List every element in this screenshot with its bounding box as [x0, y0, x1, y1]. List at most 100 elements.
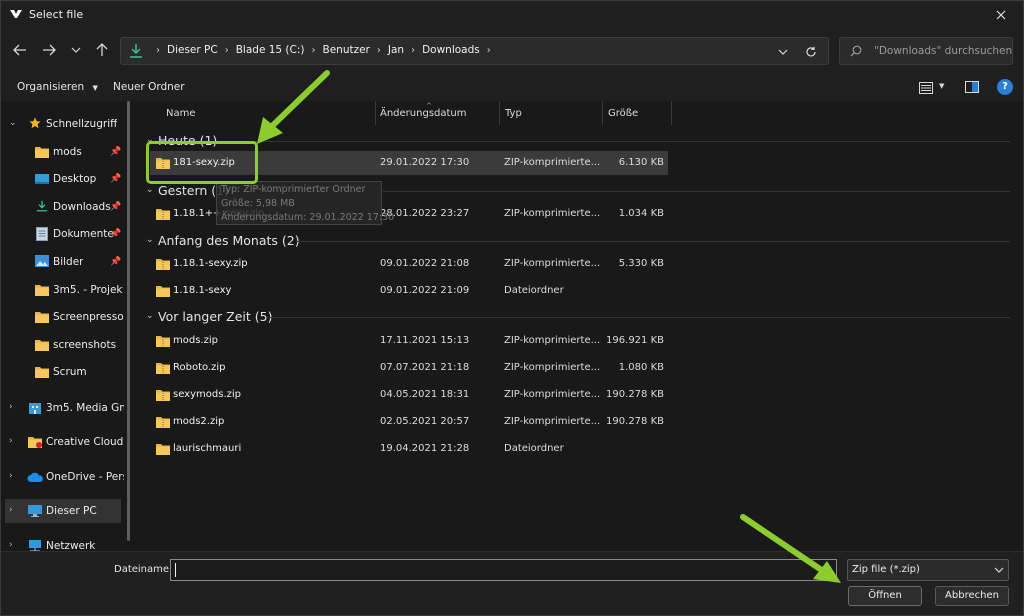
- sidebar-item-scrum[interactable]: Scrum: [1, 360, 125, 384]
- open-button[interactable]: Öffnen: [848, 586, 922, 606]
- preview-pane-icon[interactable]: [965, 81, 979, 93]
- window-title: Select file: [29, 8, 84, 21]
- up-button[interactable]: [91, 39, 113, 61]
- column-divider[interactable]: [671, 101, 672, 125]
- pin-icon: 📌: [110, 147, 122, 157]
- dialog-footer: Dateiname: Zip file (*.zip) Öffnen Abbre…: [1, 551, 1023, 615]
- text-caret: [175, 563, 176, 577]
- address-history-button[interactable]: [773, 42, 793, 62]
- pin-icon: 📌: [110, 257, 122, 267]
- file-size: 6.130 KB: [618, 157, 664, 168]
- breadcrumb-downloads[interactable]: Downloads: [422, 44, 480, 56]
- sidebar-label: mods: [53, 146, 82, 158]
- file-row[interactable]: Roboto.zip 07.07.2021 21:18 ZIP-komprimi…: [150, 356, 668, 380]
- group-divider: [218, 141, 1010, 142]
- file-type: Dateiordner: [504, 285, 564, 296]
- sidebar-item-this-pc[interactable]: › Dieser PC: [5, 499, 121, 523]
- chevron-right-icon[interactable]: ›: [312, 45, 316, 56]
- chevron-right-icon[interactable]: ›: [9, 540, 19, 551]
- sidebar-item-onedrive[interactable]: › OneDrive - Perso: [1, 465, 125, 489]
- file-date: 29.01.2022 17:30: [380, 157, 470, 168]
- column-divider[interactable]: [375, 101, 376, 125]
- file-size: 196.921 KB: [606, 335, 664, 346]
- file-row[interactable]: sexymods.zip 04.05.2021 18:31 ZIP-kompri…: [150, 383, 668, 407]
- desktop-icon: [35, 174, 49, 184]
- zip-folder-icon: [156, 390, 170, 401]
- sidebar-item-mods[interactable]: mods 📌: [1, 140, 125, 164]
- group-header-long-ago[interactable]: ⌄ Vor langer Zeit (5): [138, 307, 1010, 327]
- column-header-date[interactable]: Änderungsdatum: [380, 108, 467, 119]
- breadcrumb-benutzer[interactable]: Benutzer: [323, 44, 370, 56]
- chevron-right-icon[interactable]: ›: [377, 45, 381, 56]
- group-header-today[interactable]: ⌄ Heute (1): [138, 131, 1010, 151]
- sidebar-item-downloads[interactable]: Downloads 📌: [1, 195, 125, 219]
- folder-icon: [35, 340, 49, 351]
- chevron-right-icon[interactable]: ›: [487, 45, 491, 56]
- close-button[interactable]: [979, 1, 1023, 29]
- pin-icon: 📌: [110, 229, 122, 239]
- arrow-right-icon: [43, 44, 56, 56]
- file-size: 190.278 KB: [606, 416, 664, 427]
- filename-input[interactable]: [170, 559, 837, 581]
- sidebar-item-projekte[interactable]: 3m5. - Projektn: [1, 278, 125, 302]
- chevron-right-icon[interactable]: ›: [9, 471, 19, 483]
- column-header-type[interactable]: Typ: [505, 108, 522, 119]
- caret-down-icon: ▼: [939, 82, 945, 90]
- zip-folder-icon: [156, 363, 170, 374]
- column-divider[interactable]: [499, 101, 500, 125]
- help-icon[interactable]: ?: [997, 79, 1013, 95]
- group-header-this-month[interactable]: ⌄ Anfang des Monats (2): [138, 231, 1010, 251]
- sidebar-item-screenshots[interactable]: screenshots: [1, 333, 125, 357]
- recent-locations-button[interactable]: [65, 39, 87, 61]
- sidebar-item-network[interactable]: › Netzwerk: [1, 534, 125, 551]
- refresh-button[interactable]: [801, 42, 821, 62]
- sidebar-item-3m5-media[interactable]: › 3m5. Media Gmb: [1, 396, 125, 420]
- chevron-right-icon[interactable]: ›: [9, 402, 19, 414]
- file-row[interactable]: 1.18.1-sexy 09.01.2022 21:09 Dateiordner: [150, 279, 668, 303]
- view-options-button[interactable]: ▼: [917, 80, 951, 96]
- file-row[interactable]: mods.zip 17.11.2021 15:13 ZIP-komprimier…: [150, 329, 668, 353]
- file-type: ZIP-komprimierte...: [504, 258, 601, 269]
- breadcrumb-dieser-pc[interactable]: Dieser PC: [167, 44, 218, 56]
- forward-button[interactable]: [38, 39, 60, 61]
- cancel-button[interactable]: Abbrechen: [935, 586, 1009, 606]
- sidebar-item-screenpresso[interactable]: Screenpresso: [1, 305, 125, 329]
- sidebar-item-desktop[interactable]: Desktop 📌: [1, 167, 125, 191]
- chevron-down-icon[interactable]: ⌄: [9, 118, 19, 130]
- file-date: 04.05.2021 18:31: [380, 389, 470, 400]
- column-divider[interactable]: [602, 101, 603, 125]
- breadcrumb-blade[interactable]: Blade 15 (C:): [236, 44, 305, 56]
- chevron-right-icon[interactable]: ›: [9, 505, 19, 517]
- sidebar-label: Dieser PC: [46, 505, 97, 517]
- chevron-right-icon[interactable]: ›: [411, 45, 415, 56]
- zip-folder-icon: [156, 417, 170, 428]
- file-row[interactable]: mods2.zip 02.05.2021 20:57 ZIP-komprimie…: [150, 410, 668, 434]
- file-type: ZIP-komprimierte...: [504, 335, 601, 346]
- sidebar-item-quick-access[interactable]: ⌄ Schnellzugriff: [1, 112, 125, 136]
- column-header-size[interactable]: Größe: [608, 108, 638, 119]
- chevron-right-icon[interactable]: ›: [9, 436, 19, 448]
- sidebar-label: Screenpresso: [53, 311, 124, 323]
- file-date: 09.01.2022 21:09: [380, 285, 470, 296]
- chevron-right-icon[interactable]: ›: [225, 45, 229, 56]
- sidebar-item-documents[interactable]: Dokumente 📌: [1, 222, 125, 246]
- file-row[interactable]: laurischmauri 19.04.2021 21:28 Dateiordn…: [150, 437, 668, 461]
- filetype-select[interactable]: Zip file (*.zip): [847, 559, 1009, 581]
- column-header-name[interactable]: Name: [166, 108, 196, 119]
- file-row[interactable]: 1.18.1-sexy.zip 09.01.2022 21:08 ZIP-kom…: [150, 252, 668, 276]
- sidebar-scrollbar[interactable]: [127, 101, 130, 541]
- new-folder-button[interactable]: Neuer Ordner: [113, 81, 185, 93]
- annotation-highlight-box: [146, 141, 258, 184]
- back-button[interactable]: [9, 39, 31, 61]
- sidebar-item-creative-cloud[interactable]: › Creative Cloud F: [1, 430, 125, 454]
- address-bar[interactable]: › Dieser PC › Blade 15 (C:) › Benutzer ›…: [120, 37, 829, 65]
- title-bar: Select file: [1, 1, 1023, 29]
- file-list: ^ Name Änderungsdatum Typ Größe ⌄ Heute …: [138, 101, 1018, 551]
- sidebar-item-pictures[interactable]: Bilder 📌: [1, 250, 125, 274]
- breadcrumb-jan[interactable]: Jan: [388, 44, 404, 56]
- search-input[interactable]: "Downloads" durchsuchen: [839, 37, 1013, 65]
- filename-label: Dateiname:: [114, 564, 173, 575]
- file-name: mods2.zip: [173, 416, 225, 427]
- folder-icon: [35, 147, 49, 158]
- organize-button[interactable]: Organisieren ▼: [17, 81, 98, 93]
